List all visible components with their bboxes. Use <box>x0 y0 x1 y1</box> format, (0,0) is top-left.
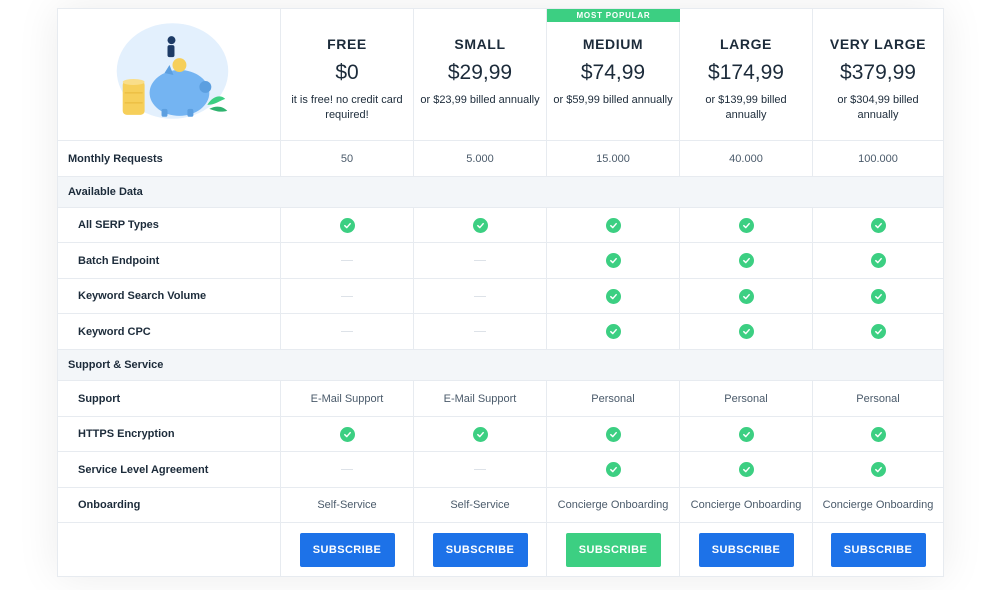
check-circle-icon <box>605 324 621 339</box>
feature-label: HTTPS Encryption <box>78 428 175 440</box>
check-circle-icon <box>870 217 886 233</box>
feature-label: Onboarding <box>78 499 141 511</box>
row-https-encryption: HTTPS Encryption <box>58 417 943 452</box>
requests-value: 100.000 <box>858 152 898 165</box>
check-circle-icon <box>738 253 754 268</box>
check-circle-icon <box>870 426 886 442</box>
plan-name: FREE <box>327 36 367 52</box>
dash-icon <box>474 260 486 261</box>
check-circle-icon <box>738 288 754 304</box>
subscribe-button-large[interactable]: SUBSCRIBE <box>698 533 794 567</box>
onboarding-value: Concierge Onboarding <box>547 488 680 522</box>
check-circle-icon <box>605 253 621 268</box>
feature-label: Keyword CPC <box>78 325 151 338</box>
plan-name: VERY LARGE <box>829 36 927 52</box>
pricing-table: FREE $0 it is free! no credit card requi… <box>57 8 944 577</box>
plan-large: LARGE $174,99 or $139,99 billed annually <box>680 9 813 140</box>
dash-icon <box>341 295 353 297</box>
feature-label: Support <box>78 392 121 405</box>
dash-icon <box>341 260 353 261</box>
row-keyword-search-volume: Keyword Search Volume <box>58 279 943 314</box>
dash-icon <box>474 331 486 332</box>
support-value: Personal <box>547 381 680 416</box>
row-monthly-requests: Monthly Requests 50 5.000 15.000 40.000 … <box>58 141 943 177</box>
most-popular-badge: MOST POPULAR <box>547 9 680 22</box>
requests-value: 15.000 <box>547 141 680 176</box>
plan-price: $174,99 <box>708 61 784 84</box>
check-circle-icon <box>472 426 488 442</box>
feature-label: Service Level Agreement <box>78 463 209 476</box>
subscribe-button-very-large[interactable]: SUBSCRIBE <box>830 533 926 567</box>
dash-icon <box>474 295 486 297</box>
dash-icon <box>474 469 486 470</box>
check-circle-icon <box>870 324 886 339</box>
row-keyword-cpc: Keyword CPC <box>58 314 943 350</box>
plan-name: MEDIUM <box>582 36 644 52</box>
check-circle-icon <box>472 217 488 233</box>
check-circle-icon <box>738 462 754 477</box>
row-batch-endpoint: Batch Endpoint <box>58 243 943 279</box>
piggy-bank-illustration <box>116 22 229 119</box>
plan-name: LARGE <box>720 36 772 52</box>
onboarding-value: Self-Service <box>281 488 414 522</box>
plan-very-large: VERY LARGE $379,99 or $304,99 billed ann… <box>813 9 943 140</box>
dash-icon <box>341 469 353 470</box>
check-circle-icon <box>605 288 621 304</box>
check-circle-icon <box>605 426 621 442</box>
row-all-serp-types: All SERP Types <box>58 208 943 243</box>
check-circle-icon <box>870 253 886 268</box>
check-circle-icon <box>738 217 754 233</box>
plan-note: or $23,99 billed annually <box>420 94 540 106</box>
section-heading: Support & Service <box>68 359 164 371</box>
plan-header-row: FREE $0 it is free! no credit card requi… <box>58 9 943 141</box>
row-onboarding: Onboarding Self-Service Self-Service Con… <box>58 488 943 523</box>
check-circle-icon <box>605 217 621 233</box>
check-circle-icon <box>605 462 621 477</box>
plan-price: $379,99 <box>840 61 916 84</box>
plan-note: it is free! no credit card required! <box>291 94 403 121</box>
onboarding-value: Self-Service <box>414 488 547 522</box>
requests-value: 40.000 <box>680 141 813 176</box>
dash-icon <box>341 331 353 332</box>
plan-free: FREE $0 it is free! no credit card requi… <box>281 9 414 140</box>
plan-price: $29,99 <box>447 61 513 84</box>
section-support-service: Support & Service <box>58 350 943 381</box>
check-circle-icon <box>870 462 886 477</box>
feature-label: Keyword Search Volume <box>78 290 207 302</box>
onboarding-value: Concierge Onboarding <box>822 499 934 511</box>
check-circle-icon <box>339 217 355 233</box>
row-subscribe: SUBSCRIBE SUBSCRIBE SUBSCRIBE SUBSCRIBE … <box>58 523 943 577</box>
support-value: E-Mail Support <box>281 381 414 416</box>
check-circle-icon <box>870 288 886 304</box>
row-support: Support E-Mail Support E-Mail Support Pe… <box>58 381 943 417</box>
plan-medium: MEDIUM $74,99 or $59,99 billed annually <box>547 9 680 140</box>
plan-note: or $304,99 billed annually <box>837 94 919 121</box>
row-service-level-agreement: Service Level Agreement <box>58 452 943 488</box>
plan-price: $0 <box>335 61 359 84</box>
plan-price: $74,99 <box>580 61 646 84</box>
plan-name: SMALL <box>454 36 506 52</box>
subscribe-button-small[interactable]: SUBSCRIBE <box>432 533 528 567</box>
feature-label: Batch Endpoint <box>78 254 160 267</box>
check-circle-icon <box>339 426 355 442</box>
support-value: E-Mail Support <box>414 381 547 416</box>
plan-small: SMALL $29,99 or $23,99 billed annually <box>414 9 547 140</box>
plan-note: or $139,99 billed annually <box>705 94 787 121</box>
feature-label: All SERP Types <box>78 219 159 231</box>
subscribe-button-free[interactable]: SUBSCRIBE <box>299 533 395 567</box>
support-value: Personal <box>680 381 813 416</box>
support-value: Personal <box>856 392 900 405</box>
requests-value: 5.000 <box>414 141 547 176</box>
subscribe-button-medium[interactable]: SUBSCRIBE <box>565 533 661 567</box>
illustration-cell <box>58 9 281 140</box>
check-circle-icon <box>738 426 754 442</box>
section-available-data: Available Data <box>58 177 943 208</box>
section-heading: Available Data <box>68 186 143 198</box>
check-circle-icon <box>738 324 754 339</box>
plan-note: or $59,99 billed annually <box>553 94 673 106</box>
onboarding-value: Concierge Onboarding <box>680 488 813 522</box>
feature-label: Monthly Requests <box>68 152 163 165</box>
requests-value: 50 <box>281 141 414 176</box>
